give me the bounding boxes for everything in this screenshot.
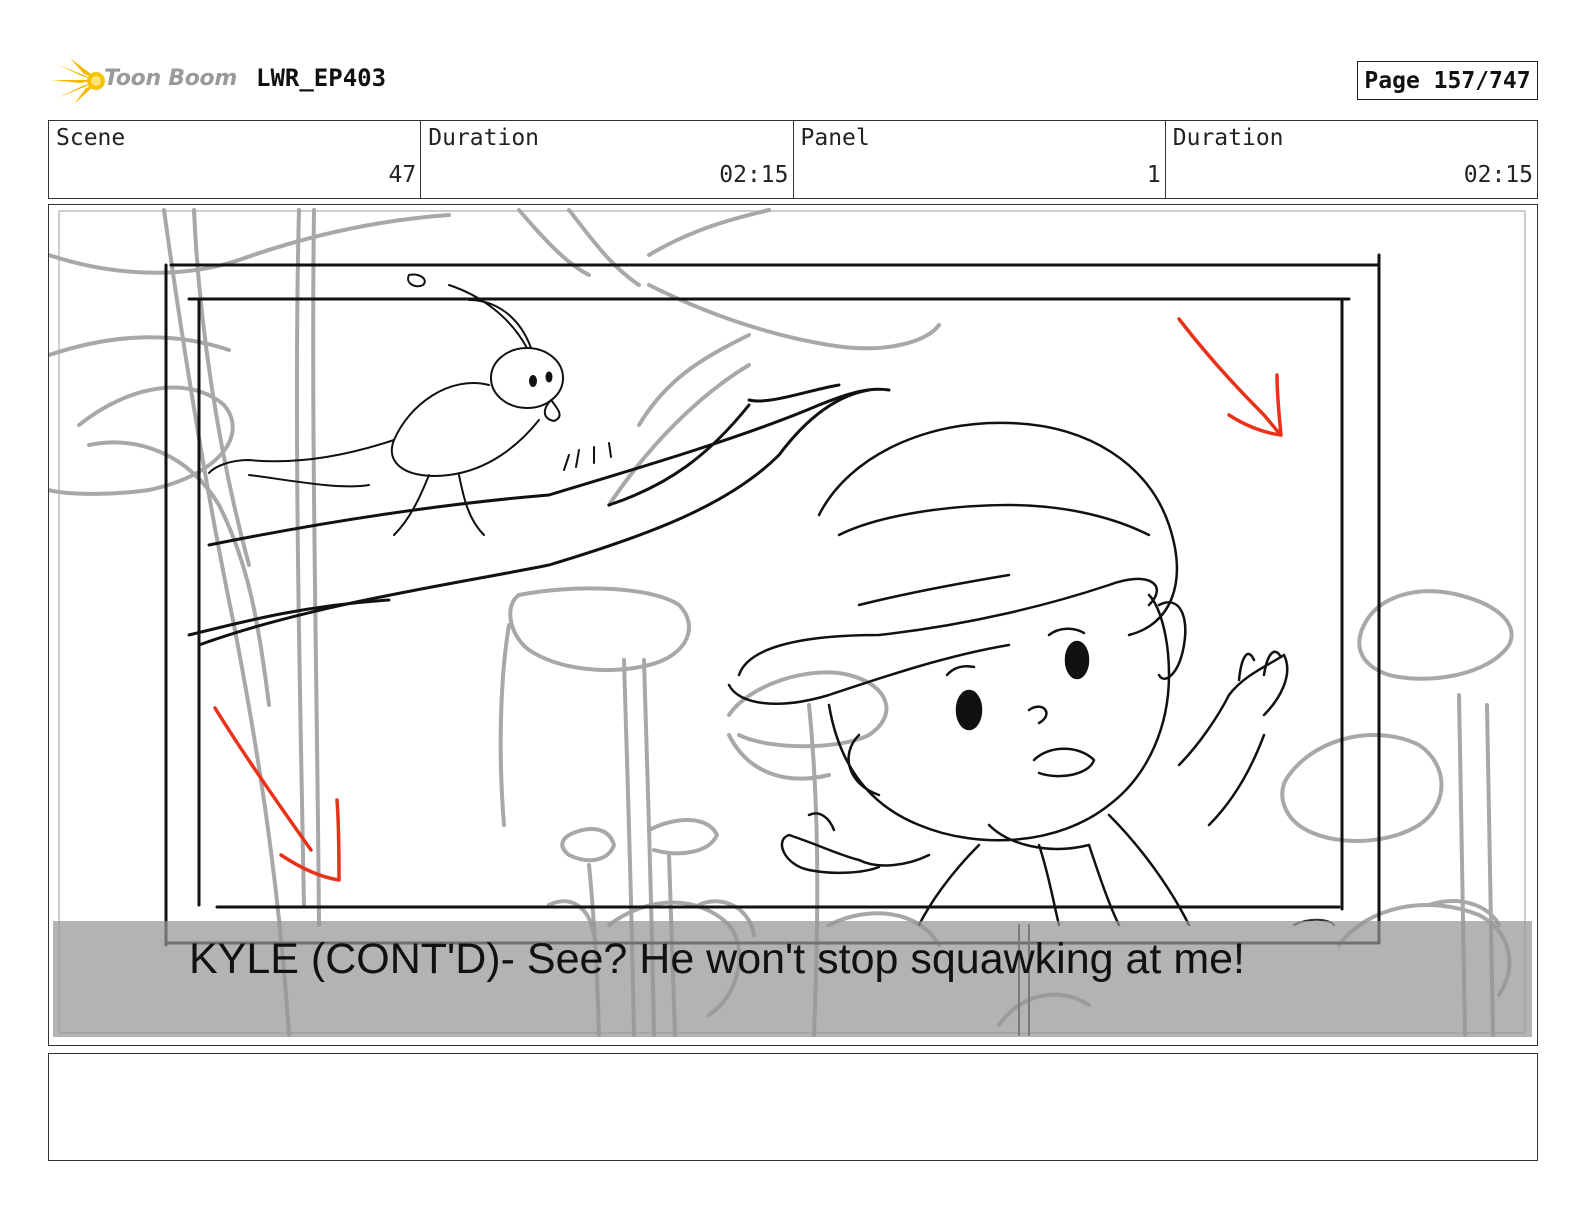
page-number: Page 157/747 — [1357, 61, 1538, 100]
panel-duration-label: Duration — [1172, 125, 1284, 151]
project-title: LWR_EP403 — [256, 64, 387, 92]
branch-sketch — [187, 383, 891, 647]
scene-cell: Scene 47 — [49, 121, 422, 198]
storyboard-sketch — [49, 208, 1526, 1037]
duration-value: 02:15 — [719, 162, 789, 188]
duration-label: Duration — [428, 125, 540, 151]
scene-duration-cell: Duration 02:15 — [421, 121, 794, 198]
notes-box — [48, 1053, 1538, 1161]
logo-text: Toon Boom — [104, 66, 237, 91]
info-bar: Scene 47 Duration 02:15 Panel 1 Duration… — [48, 120, 1538, 199]
panel-label: Panel — [800, 125, 870, 151]
arrow-bottom-left — [213, 706, 313, 852]
scene-value: 47 — [388, 162, 417, 188]
camera-frames — [164, 253, 1381, 947]
panel-cell: Panel 1 — [794, 121, 1166, 198]
scene-label: Scene — [56, 125, 126, 151]
panel-duration-cell: Duration 02:15 — [1166, 121, 1537, 198]
dialogue-caption: KYLE (CONT'D)- See? He won't stop squawk… — [189, 935, 1245, 983]
panel-value: 1 — [1146, 162, 1161, 188]
panel-duration-value: 02:15 — [1463, 162, 1533, 188]
storyboard-panel: KYLE (CONT'D)- See? He won't stop squawk… — [48, 204, 1538, 1046]
